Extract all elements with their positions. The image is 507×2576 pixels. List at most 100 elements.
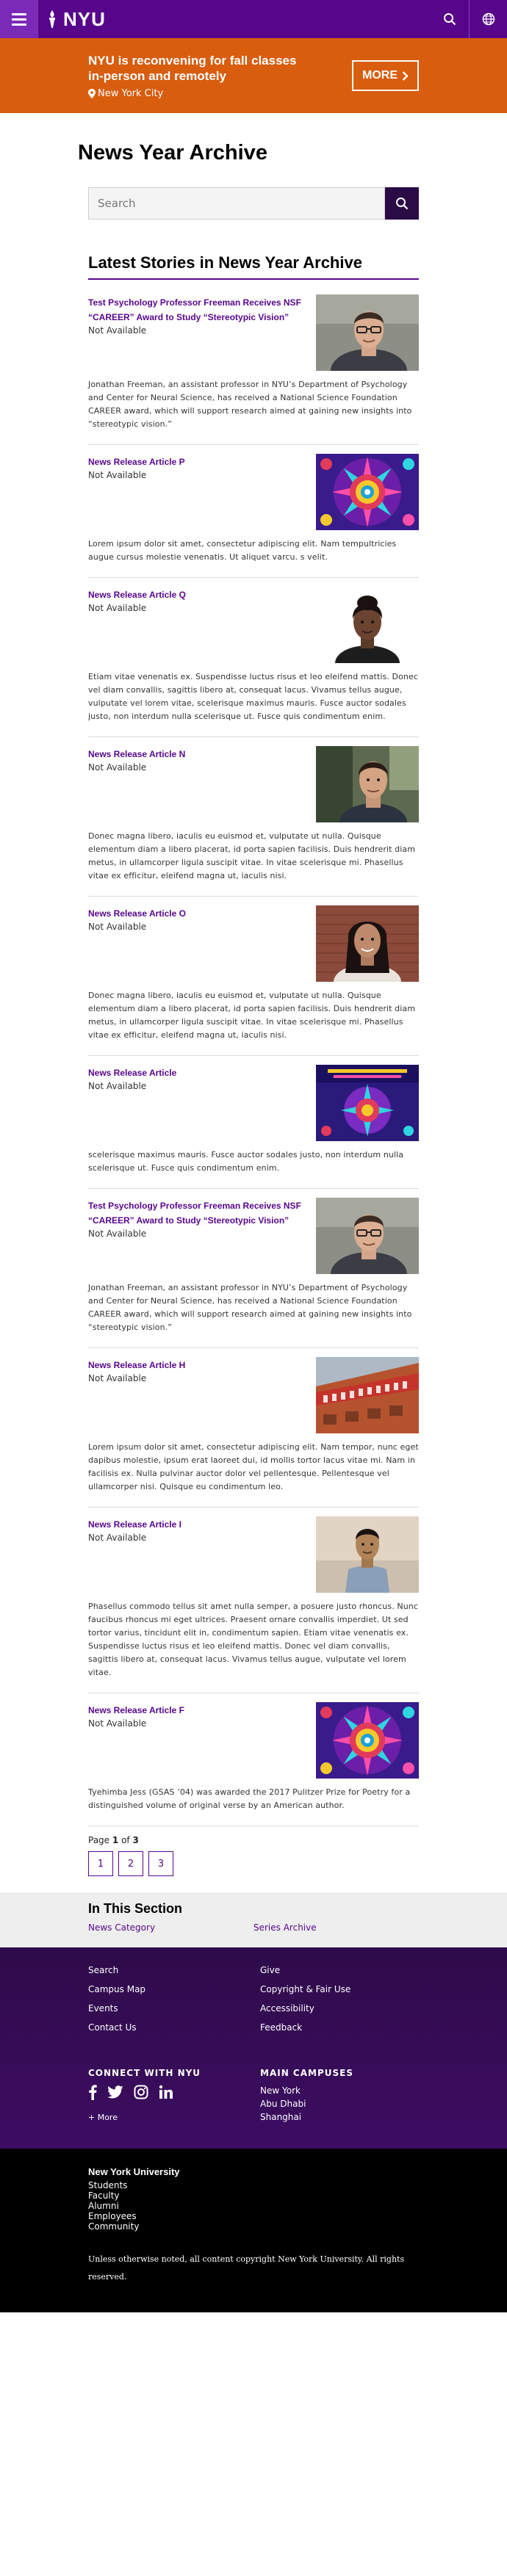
search-icon (396, 198, 409, 210)
page-current: 1 (112, 1835, 119, 1845)
story-header: News Release Article I Not Available (88, 1516, 419, 1593)
story-text: News Release Article H Not Available (88, 1357, 309, 1433)
menu-icon-bar (12, 12, 26, 15)
story-thumbnail-mandala-art[interactable] (316, 454, 419, 530)
footer-link-accessibility[interactable]: Accessibility (260, 2003, 419, 2014)
story-text: News Release Article Not Available (88, 1065, 309, 1141)
story-date: Not Available (88, 1229, 147, 1239)
story-date: Not Available (88, 470, 147, 480)
audience-community[interactable]: Community (88, 2221, 419, 2232)
twitter-icon[interactable] (107, 2085, 123, 2102)
footer-link-campus-map[interactable]: Campus Map (88, 1984, 260, 1994)
language-toggle[interactable] (469, 0, 507, 38)
story-thumbnail-mandala-art[interactable] (316, 1702, 419, 1779)
in-section-links: News Category Series Archive (88, 1922, 419, 1933)
story-thumbnail-portrait-man-shirt[interactable] (316, 1516, 419, 1593)
story-summary: Donec magna libero, iaculis eu euismod e… (88, 831, 416, 880)
story-item: Test Psychology Professor Freeman Receiv… (88, 287, 419, 445)
nyu-logo[interactable]: NYU (47, 8, 106, 31)
audience-alumni[interactable]: Alumni (88, 2201, 419, 2211)
campus-shanghai[interactable]: Shanghai (260, 2110, 353, 2124)
in-section-title: In This Section (88, 1901, 183, 1916)
story-header: News Release Article N Not Available (88, 746, 419, 822)
story-title-link[interactable]: Test Psychology Professor Freeman Receiv… (88, 1201, 301, 1226)
site-footer: Search Give Campus Map Copyright & Fair … (0, 1947, 507, 2312)
connect-column: CONNECT WITH NYU + More (88, 2068, 260, 2124)
story-title-link[interactable]: News Release Article F (88, 1705, 184, 1715)
story-text: News Release Article I Not Available (88, 1516, 309, 1593)
torch-icon (49, 10, 55, 28)
story-item: News Release Article O Not Available Donec… (88, 898, 419, 1056)
story-summary: Lorem ipsum dolor sit amet, consectetur … (88, 1442, 419, 1491)
alert-message: NYU is reconvening for fall classes in-p… (88, 53, 298, 99)
story-thumbnail-emergency-building[interactable] (316, 1357, 419, 1433)
story-title-link[interactable]: News Release Article N (88, 749, 185, 759)
facebook-icon[interactable] (88, 2084, 97, 2103)
story-title-link[interactable]: News Release Article Q (88, 590, 186, 600)
footer-link-feedback[interactable]: Feedback (260, 2022, 419, 2033)
story-date: Not Available (88, 603, 147, 613)
story-summary: Tyehimba Jess (GSAS ’04) was awarded the… (88, 1787, 411, 1810)
story-text: News Release Article O Not Available (88, 905, 309, 982)
audience-faculty[interactable]: Faculty (88, 2190, 419, 2201)
story-date: Not Available (88, 922, 147, 932)
search-toggle[interactable] (431, 0, 469, 38)
story-text: News Release Article Q Not Available (88, 587, 309, 663)
story-title-link[interactable]: News Release Article H (88, 1360, 185, 1370)
search-input[interactable] (88, 187, 385, 220)
story-title-link[interactable]: News Release Article (88, 1068, 176, 1078)
campus-abu-dhabi[interactable]: Abu Dhabi (260, 2097, 353, 2110)
alert-more-button[interactable]: MORE (352, 60, 419, 91)
audience-students[interactable]: Students (88, 2180, 419, 2190)
story-date: Not Available (88, 1081, 147, 1091)
page-link-3[interactable]: 3 (148, 1851, 173, 1876)
footer-link-copyright[interactable]: Copyright & Fair Use (260, 1984, 419, 1994)
story-thumbnail-portrait-man-glasses[interactable] (316, 294, 419, 371)
university-name: New York University (88, 2166, 180, 2177)
story-summary: scelerisque maximus mauris. Fusce auctor… (88, 1150, 404, 1173)
story-title-link[interactable]: Test Psychology Professor Freeman Receiv… (88, 297, 301, 322)
story-thumbnail-portrait-man-outdoor[interactable] (316, 746, 419, 822)
pagination: 1 2 3 (88, 1851, 419, 1876)
menu-button[interactable] (0, 0, 38, 38)
story-thumbnail-portrait-woman[interactable] (316, 587, 419, 663)
linkedin-icon[interactable] (159, 2085, 173, 2102)
audience-employees[interactable]: Employees (88, 2211, 419, 2221)
instagram-icon[interactable] (134, 2085, 148, 2102)
footer-link-contact[interactable]: Contact Us (88, 2022, 260, 2033)
story-title-link[interactable]: News Release Article I (88, 1519, 181, 1530)
story-header: News Release Article F Not Available (88, 1702, 419, 1779)
page-link-2[interactable]: 2 (118, 1851, 143, 1876)
story-header: News Release Article Not Available (88, 1065, 419, 1141)
story-thumbnail-poster-art[interactable] (316, 1065, 419, 1141)
footer-columns: CONNECT WITH NYU + More MAIN CAMPUSES Ne… (88, 2068, 419, 2124)
footer-link-give[interactable]: Give (260, 1965, 419, 1975)
story-item: News Release Article Not Available sceleri… (88, 1057, 419, 1189)
story-title-link[interactable]: News Release Article O (88, 908, 186, 919)
search-button[interactable] (385, 187, 419, 220)
story-item: News Release Article I Not Available Phase… (88, 1509, 419, 1693)
story-text: News Release Article P Not Available (88, 454, 309, 530)
campus-new-york[interactable]: New York (260, 2084, 353, 2097)
link-series-archive[interactable]: Series Archive (254, 1922, 419, 1933)
story-header: Test Psychology Professor Freeman Receiv… (88, 1198, 419, 1274)
social-more-link[interactable]: + More (88, 2113, 118, 2122)
footer-link-events[interactable]: Events (88, 2003, 260, 2014)
story-header: News Release Article P Not Available (88, 454, 419, 530)
story-thumbnail-portrait-woman-brick[interactable] (316, 905, 419, 982)
social-links (88, 2084, 260, 2103)
story-thumbnail-portrait-man-glasses[interactable] (316, 1198, 419, 1274)
story-header: Test Psychology Professor Freeman Receiv… (88, 294, 419, 371)
alert-more-label: MORE (362, 69, 398, 82)
alert-location-text: New York City (98, 87, 164, 99)
alert-banner: NYU is reconvening for fall classes in-p… (0, 38, 507, 113)
story-item: News Release Article N Not Available Donec… (88, 739, 419, 897)
page-link-1[interactable]: 1 (88, 1851, 113, 1876)
story-header: News Release Article O Not Available (88, 905, 419, 982)
story-list: Test Psychology Professor Freeman Receiv… (88, 287, 419, 1826)
top-nav: NYU (0, 0, 507, 38)
link-news-category[interactable]: News Category (88, 1922, 254, 1933)
story-date: Not Available (88, 325, 147, 336)
footer-link-search[interactable]: Search (88, 1965, 260, 1975)
story-title-link[interactable]: News Release Article P (88, 457, 185, 467)
